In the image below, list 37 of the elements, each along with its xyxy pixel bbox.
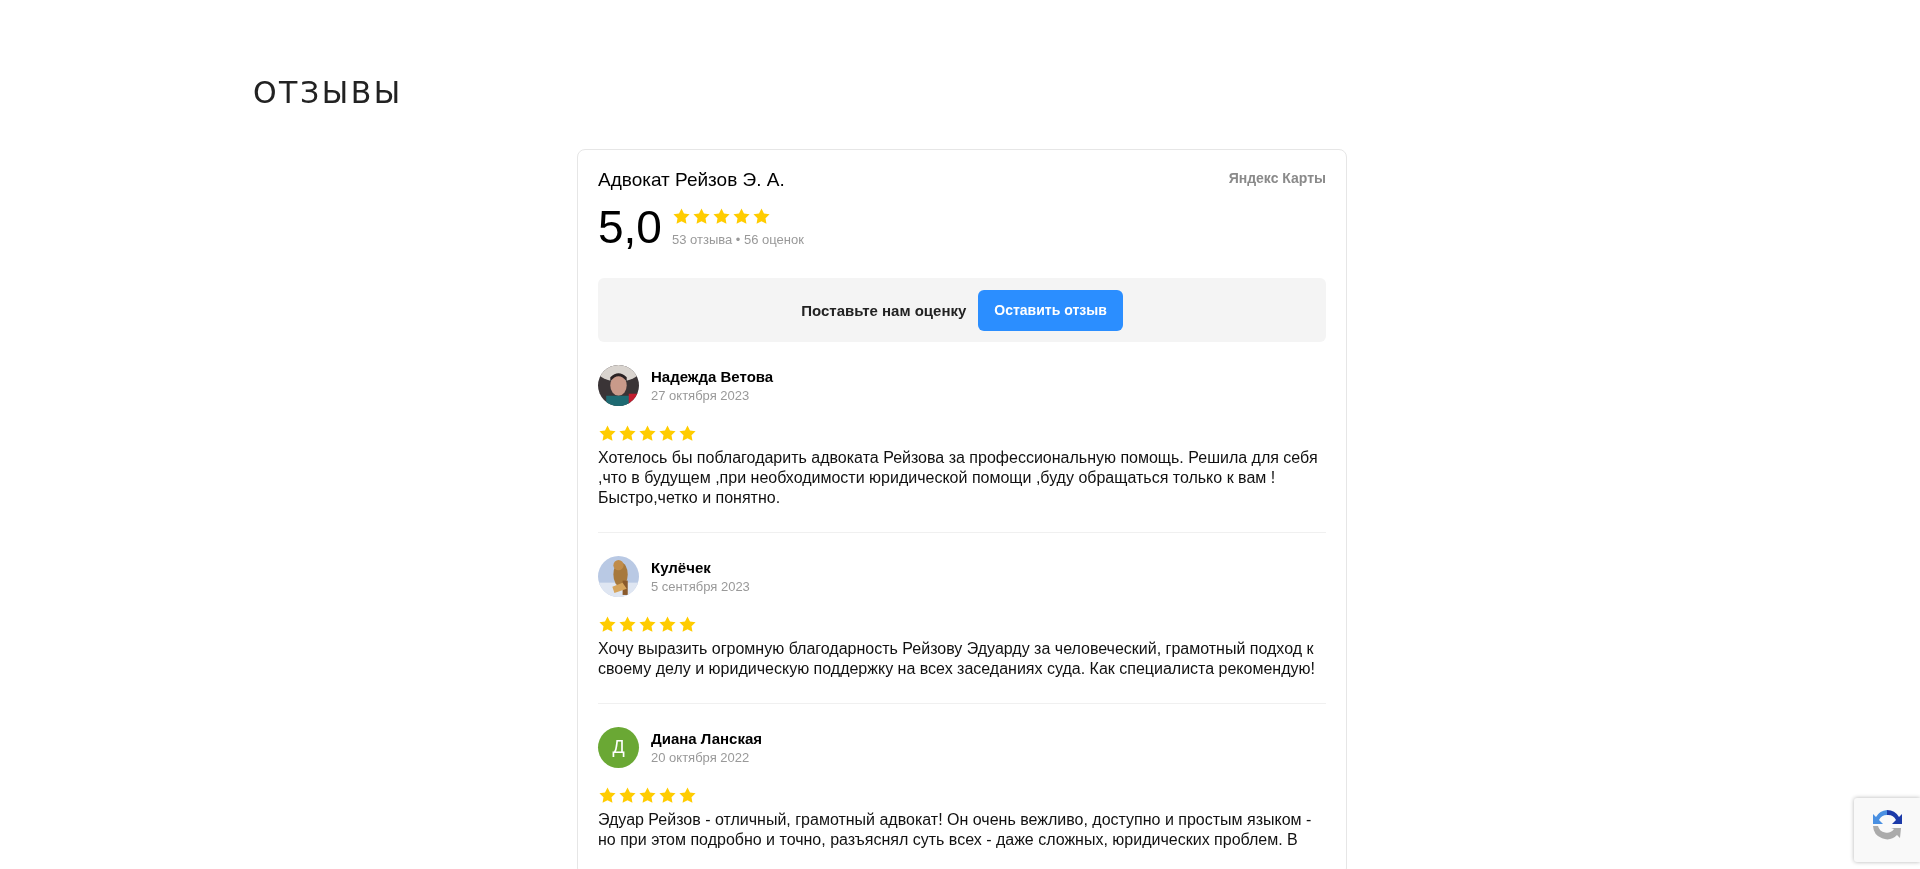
star-icon — [751, 207, 771, 226]
leave-review-button[interactable]: Оставить отзыв — [978, 289, 1123, 331]
rate-prompt: Поставьте нам оценку — [801, 301, 967, 319]
star-icon — [678, 786, 697, 805]
star-icon — [598, 615, 617, 634]
section-heading: ОТЗЫВЫ — [252, 74, 403, 111]
star-icon — [618, 615, 637, 634]
source-link[interactable]: Яндекс Карты — [1228, 168, 1326, 188]
review-counts: 53 отзыва • 56 оценок — [671, 232, 804, 247]
star-icon — [678, 615, 697, 634]
star-icon — [678, 424, 697, 443]
star-icon — [671, 207, 691, 226]
star-icon — [618, 424, 637, 443]
review-text: Хочу выразить огромную благодарность Рейзову Эдуарду за человеческий, грамотный подход к своему делу и юридическую поддержку на всех заседаниях суда. Как специалиста рекомендую! — [598, 639, 1316, 679]
star-icon — [598, 786, 617, 805]
star-icon — [658, 424, 677, 443]
star-icon — [691, 207, 711, 226]
star-icon — [638, 615, 657, 634]
star-icon — [598, 424, 617, 443]
star-icon — [658, 786, 677, 805]
review-date: 27 октября 2023 — [651, 386, 750, 405]
star-icon — [638, 786, 657, 805]
star-icon — [731, 207, 751, 226]
review-text: Эдуар Рейзов - отличный, грамотный адвокат! Он очень вежливо, доступно и простым языком - но при этом подробно и точно, разъяснял суть всех - даже сложных, юридических проблем. В — [598, 810, 1313, 850]
business-name: Адвокат Рейзов Э. А. — [598, 168, 785, 192]
author-name: Надежда Ветова — [651, 366, 774, 387]
rating-value: 5,0 — [598, 200, 662, 254]
review-date: 20 октября 2022 — [651, 748, 750, 767]
author-name: Диана Ланская — [651, 728, 763, 749]
letter-avatar: Д — [598, 727, 639, 768]
star-icon — [711, 207, 731, 226]
author-name: Кулёчек — [651, 557, 711, 578]
review-text: Хотелось бы поблагодарить адвоката Рейзова за профессиональную помощь. Решила для себя ,что в будущем ,при необходимости юридической помощи ,буду обращаться только к вам ! Быстро,четко и понятно. — [598, 448, 1319, 508]
star-icon — [638, 424, 657, 443]
review-date: 5 сентября 2023 — [651, 577, 750, 596]
star-icon — [618, 786, 637, 805]
star-icon — [658, 615, 677, 634]
